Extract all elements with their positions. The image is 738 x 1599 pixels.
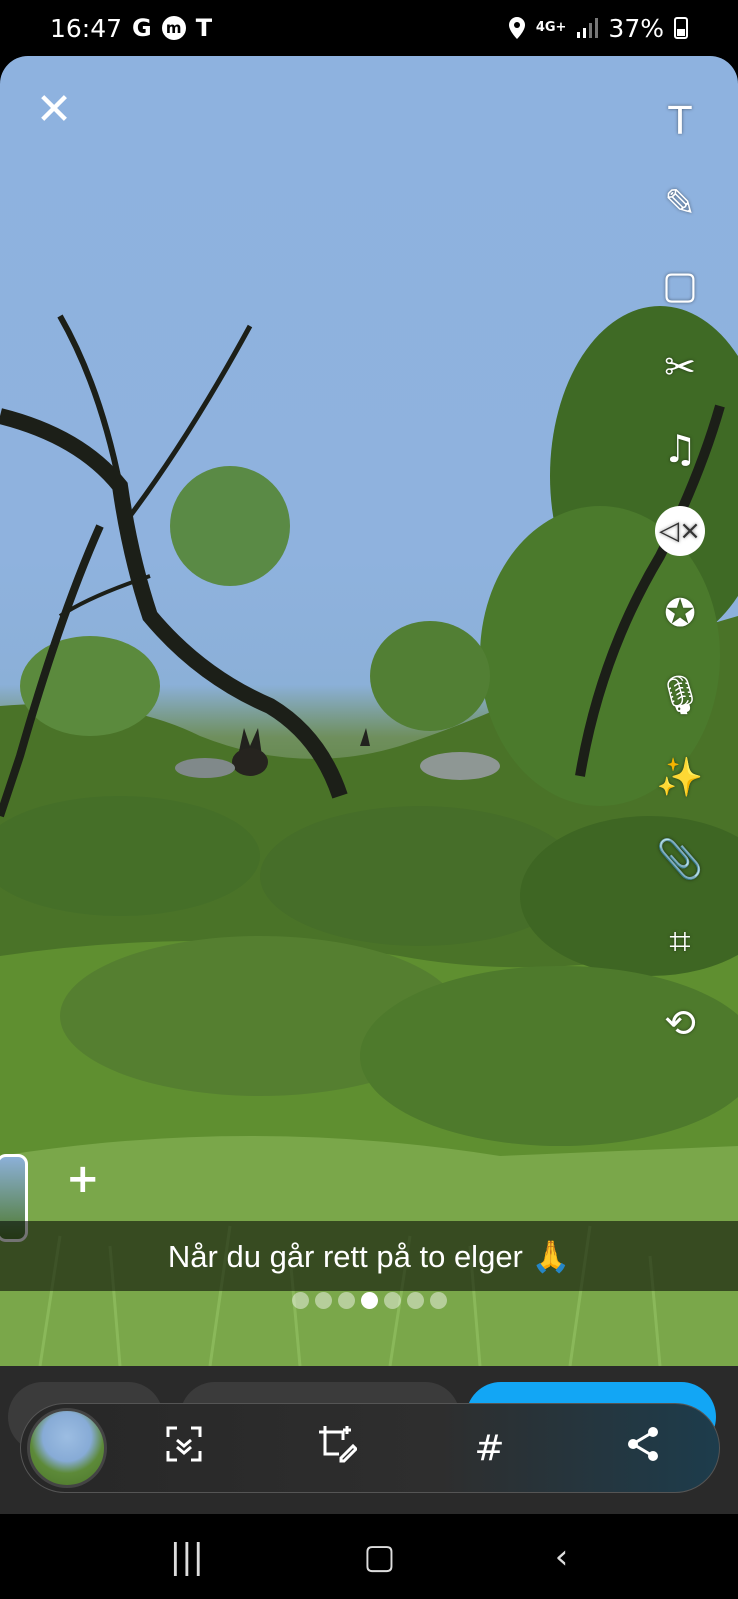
edit-button[interactable] <box>260 1424 413 1473</box>
magic-wand-icon: ✨ <box>656 754 704 799</box>
page-indicator <box>0 1292 738 1309</box>
status-time: 16:47 <box>50 13 123 43</box>
page-dot <box>406 1292 424 1309</box>
scissors-tool-button[interactable]: ✂ <box>650 326 710 408</box>
bottom-area: # <box>0 1366 738 1514</box>
signal-icon <box>576 17 599 39</box>
battery-icon <box>674 17 688 39</box>
share-action-bar: # <box>20 1403 720 1493</box>
scissors-icon: ✂ <box>664 345 696 389</box>
paperclip-icon: 📎 <box>656 836 704 881</box>
pencil-tool-button[interactable]: ✎ <box>650 162 710 244</box>
crop-edit-icon <box>317 1424 358 1473</box>
back-button[interactable]: ‹ <box>555 1537 569 1577</box>
network-type: 4G+ <box>535 20 567 35</box>
page-dot <box>337 1292 355 1309</box>
status-left: 16:47 G m T <box>50 14 212 43</box>
pencil-icon: ✎ <box>664 181 696 225</box>
microphone-icon: 🎙 <box>655 672 705 717</box>
text-icon: T <box>668 99 692 143</box>
editor-toolbar: T ✎ ▢ ✂ ♫ ◁× ✪ 🎙 ✨ 📎 ⌗ ⟲ <box>650 80 710 1064</box>
crop-icon: ⌗ <box>669 918 691 963</box>
crop-tool-button[interactable]: ⌗ <box>650 900 710 982</box>
share-button[interactable] <box>566 1426 719 1471</box>
battery-percent: 37% <box>608 13 664 43</box>
close-button[interactable]: ✕ <box>32 88 76 132</box>
speaker-muted-icon: ◁× <box>655 506 705 556</box>
music-tool-button[interactable]: ♫ <box>650 408 710 490</box>
home-button[interactable]: ▢ <box>363 1537 395 1577</box>
landscape-image <box>0 306 738 1366</box>
location-icon <box>508 16 526 40</box>
snap-photo[interactable]: ✕ T ✎ ▢ ✂ ♫ ◁× ✪ 🎙 ✨ 📎 ⌗ ⟲ + Når du går … <box>0 56 738 1366</box>
page-dot <box>314 1292 332 1309</box>
scan-button[interactable] <box>107 1425 260 1472</box>
status-bar: 16:47 G m T 4G+ 37% <box>0 0 738 56</box>
attach-tool-button[interactable]: 📎 <box>650 818 710 900</box>
text-tool-button[interactable]: T <box>650 80 710 162</box>
voice-tool-button[interactable]: 🎙 <box>650 654 710 736</box>
hashtag-icon: # <box>474 1427 505 1469</box>
google-app-icon: G <box>132 14 152 42</box>
page-dot-active <box>360 1292 378 1309</box>
page-dot <box>291 1292 309 1309</box>
page-dot <box>429 1292 447 1309</box>
scan-icon <box>165 1425 203 1472</box>
messenger-app-icon: m <box>161 16 186 40</box>
sticker-tool-button[interactable]: ▢ <box>650 244 710 326</box>
caption-bar[interactable]: Når du går rett på to elger 🙏 <box>0 1221 738 1291</box>
sticker-icon: ▢ <box>662 263 698 307</box>
add-snap-button[interactable]: + <box>66 1156 100 1202</box>
preview-thumbnail[interactable] <box>27 1408 107 1488</box>
share-icon <box>625 1426 661 1471</box>
teams-app-icon: T <box>195 14 213 42</box>
loop-icon: ⟲ <box>664 1001 696 1045</box>
system-nav-bar: ||| ▢ ‹ <box>0 1514 738 1599</box>
loop-tool-button[interactable]: ⟲ <box>650 982 710 1064</box>
music-note-icon: ♫ <box>662 427 698 471</box>
hashtag-button[interactable]: # <box>413 1428 566 1469</box>
status-right: 4G+ 37% <box>508 14 688 43</box>
page-dot <box>383 1292 401 1309</box>
caption-text: Når du går rett på to elger 🙏 <box>167 1238 571 1274</box>
mute-tool-button[interactable]: ◁× <box>650 490 710 572</box>
lens-search-icon: ✪ <box>664 591 696 635</box>
recents-button[interactable]: ||| <box>170 1537 204 1577</box>
lens-tool-button[interactable]: ✪ <box>650 572 710 654</box>
magic-tool-button[interactable]: ✨ <box>650 736 710 818</box>
